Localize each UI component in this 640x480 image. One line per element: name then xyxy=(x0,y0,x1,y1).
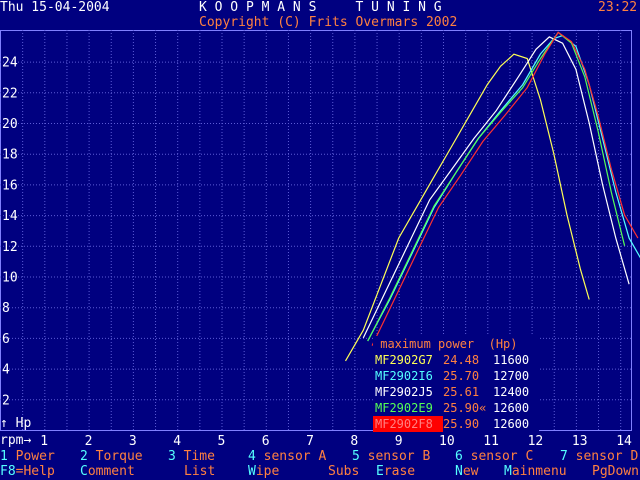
legend-series-name: MF2902I6 xyxy=(375,369,433,383)
header-time: 23:22 xyxy=(598,0,638,15)
command-mainmenu[interactable]: Mainmenu xyxy=(504,464,567,479)
header-date: Thu 15-04-2004 xyxy=(0,0,110,15)
fkey-torque[interactable]: 2 Torque xyxy=(80,449,143,464)
legend-row: MF2902E9 25.90« 12600 xyxy=(373,400,537,416)
fkey-sensor-b[interactable]: 5 sensor B xyxy=(352,449,430,464)
legend-row: MF2902G7 24.48 11600 xyxy=(373,352,537,368)
legend-max-power: 25.61 xyxy=(443,385,480,399)
legend-row: MF2902F8 25.90 12600 xyxy=(373,416,537,432)
legend-max-power: 25.90 xyxy=(443,417,480,431)
command-comment[interactable]: Comment xyxy=(80,464,135,479)
x-tick-label: 10 xyxy=(439,434,455,449)
fkey-sensor-a[interactable]: 4 sensor A xyxy=(248,449,326,464)
y-tick-label: 12 xyxy=(2,240,18,255)
series-line-mf2902e9 xyxy=(367,31,626,342)
series-line-mf2902i6 xyxy=(367,34,640,342)
legend-row: MF2902I6 25.70 12700 xyxy=(373,368,537,384)
y-tick-label: 2 xyxy=(2,393,10,408)
x-tick-label: 14 xyxy=(616,434,632,449)
y-tick-label: 20 xyxy=(2,117,18,132)
fkey-sensor-d[interactable]: 7 sensor D xyxy=(560,449,638,464)
x-tick-label: 3 xyxy=(129,434,137,449)
header-title: K O O P M A N S T U N I N G xyxy=(199,0,442,15)
y-tick-label: 4 xyxy=(2,363,10,378)
x-tick-label: 5 xyxy=(218,434,226,449)
legend-series-name: MF2902F8 xyxy=(373,416,443,432)
fkey-time[interactable]: 3 Time xyxy=(168,449,215,464)
command-list[interactable]: List xyxy=(184,464,215,479)
command-new[interactable]: New xyxy=(455,464,478,479)
y-axis-unit-label: ↑ Hp xyxy=(0,416,32,431)
legend-max-power: 25.90« xyxy=(443,401,487,415)
x-tick-label: 8 xyxy=(350,434,358,449)
x-tick-label: 1 xyxy=(40,434,48,449)
y-tick-label: 22 xyxy=(2,86,18,101)
x-tick-label: 7 xyxy=(306,434,314,449)
y-tick-label: 24 xyxy=(2,56,18,71)
max-power-legend: maximum power (Hp) MF2902G7 24.48 11600 MF2… xyxy=(373,336,539,432)
x-tick-label: 4 xyxy=(173,434,181,449)
fkey-power[interactable]: 1 Power xyxy=(0,449,55,464)
series-line-mf2902j5 xyxy=(362,36,630,339)
legend-series-name: MF2902E9 xyxy=(375,401,433,415)
legend-header: maximum power (Hp) xyxy=(373,337,518,351)
y-tick-label: 18 xyxy=(2,148,18,163)
legend-rpm: 12400 xyxy=(493,385,530,399)
command-wipe[interactable]: Wipe xyxy=(248,464,279,479)
x-tick-label: 11 xyxy=(483,434,499,449)
command-erase[interactable]: Erase xyxy=(376,464,415,479)
x-tick-label: 13 xyxy=(572,434,588,449)
y-tick-label: 10 xyxy=(2,271,18,286)
legend-rpm: 11600 xyxy=(493,353,530,367)
series-line-mf2902f8 xyxy=(371,31,639,346)
y-tick-label: 16 xyxy=(2,178,18,193)
x-tick-label: 6 xyxy=(262,434,270,449)
command-subs[interactable]: Subs xyxy=(328,464,359,479)
command-f8-help[interactable]: F8=Help xyxy=(0,464,55,479)
legend-rpm: 12600 xyxy=(493,401,530,415)
legend-series-name: MF2902J5 xyxy=(375,385,433,399)
legend-rpm: 12600 xyxy=(493,417,530,431)
command-pgdown[interactable]: PgDown xyxy=(592,464,639,479)
x-axis-unit-label: rpm→ xyxy=(0,433,32,448)
y-tick-label: 14 xyxy=(2,209,18,224)
x-tick-label: 9 xyxy=(395,434,403,449)
power-chart: 246810121416182022241 2 3 4 5 6 7 8 9 10 11 12 13 14 xyxy=(0,30,640,449)
y-tick-label: 8 xyxy=(2,301,10,316)
legend-max-power: 24.48 xyxy=(443,353,480,367)
legend-max-power: 25.70 xyxy=(443,369,480,383)
legend-rpm: 12700 xyxy=(493,369,530,383)
x-tick-label: 12 xyxy=(528,434,544,449)
y-tick-label: 6 xyxy=(2,332,10,347)
header-copyright: Copyright (C) Frits Overmars 2002 xyxy=(199,15,458,30)
fkey-sensor-c[interactable]: 6 sensor C xyxy=(455,449,533,464)
legend-row: MF2902J5 25.61 12400 xyxy=(373,384,537,400)
x-tick-label: 2 xyxy=(85,434,93,449)
legend-series-name: MF2902G7 xyxy=(375,353,433,367)
